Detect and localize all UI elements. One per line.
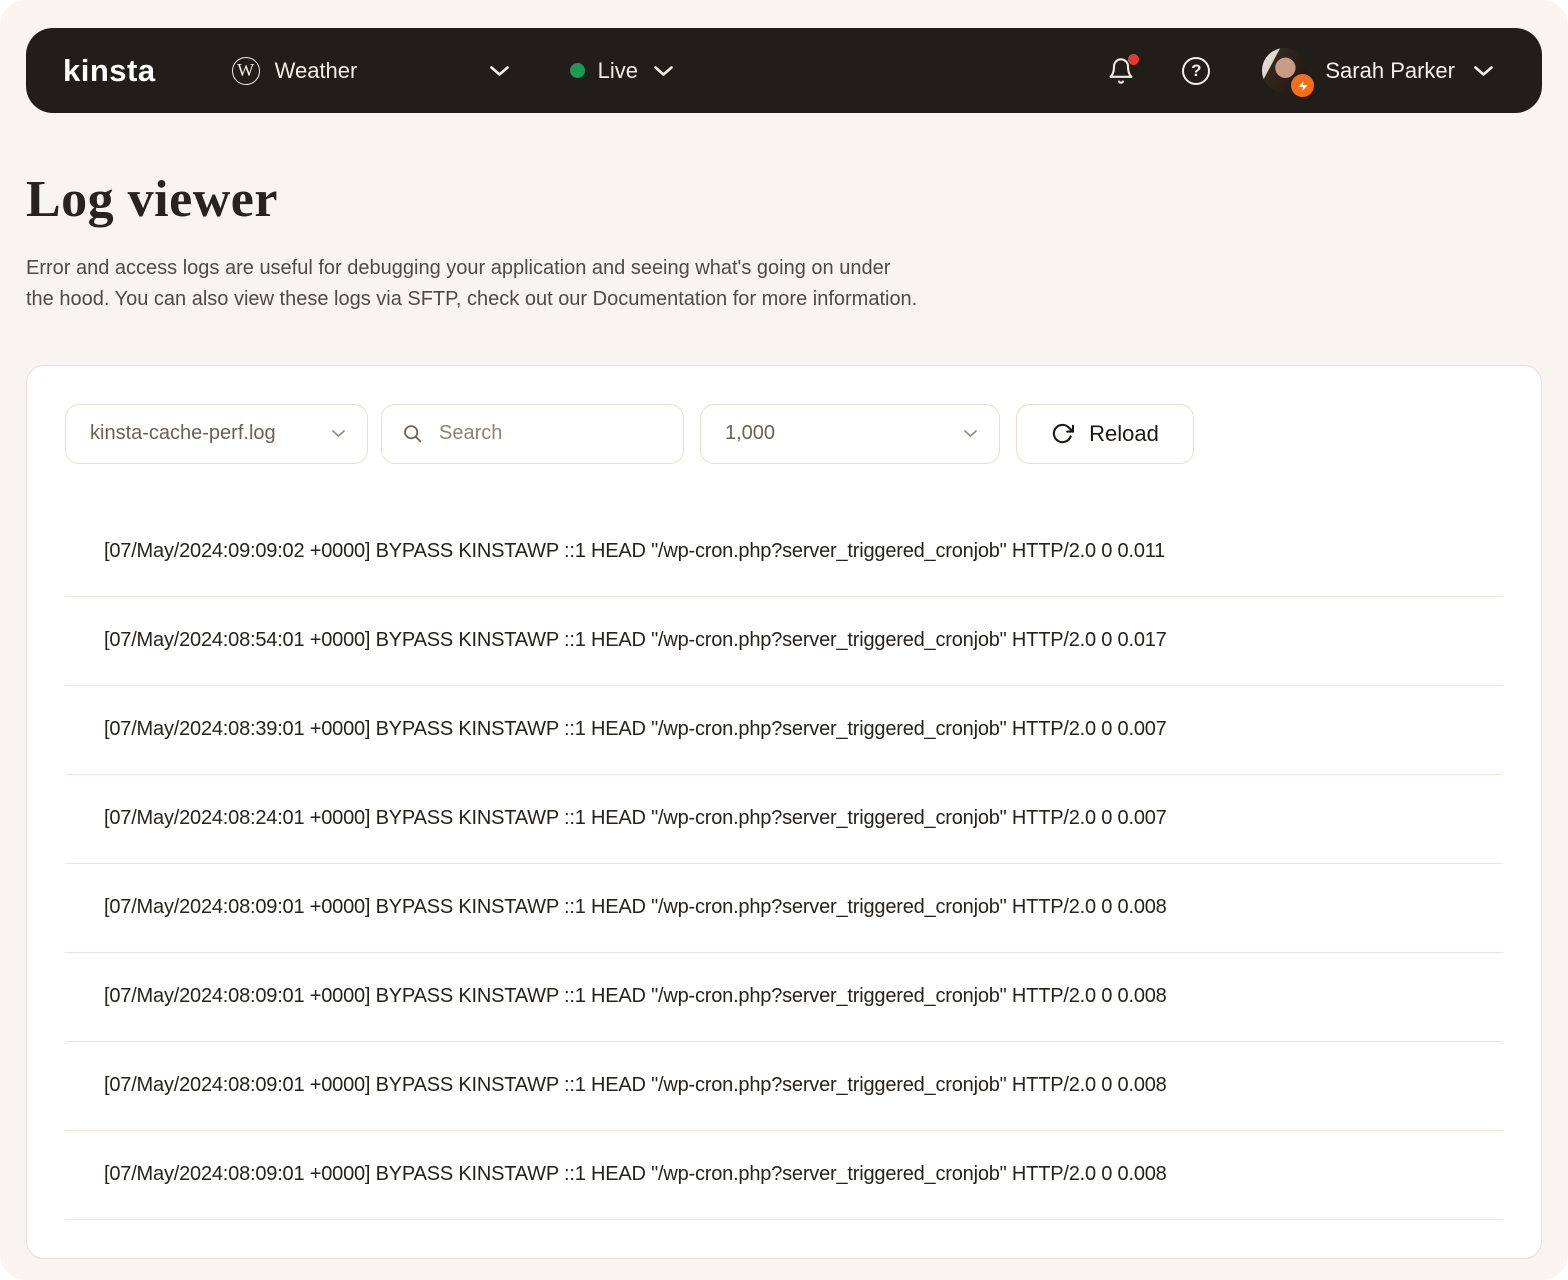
description-line: Error and access logs are useful for deb… [26,253,1542,284]
page-title: Log viewer [26,173,1542,228]
chevron-down-icon [653,65,674,77]
chevron-down-icon [331,429,346,438]
log-row: [07/May/2024:09:09:02 +0000] BYPASS KINS… [65,508,1503,597]
lightning-icon [1297,80,1309,92]
reload-button-label: Reload [1089,421,1159,447]
lightning-badge [1291,74,1314,97]
log-viewer-screen: kinsta W Weather Live ? [0,0,1568,1280]
log-row: [07/May/2024:08:09:01 +0000] BYPASS KINS… [65,953,1503,1042]
log-line-text: [07/May/2024:09:09:02 +0000] BYPASS KINS… [104,540,1165,563]
live-status-dot [570,63,585,78]
top-navbar: kinsta W Weather Live ? [26,28,1542,113]
search-icon [402,423,423,444]
main-content: Log viewer Error and access logs are use… [0,173,1568,1259]
help-button[interactable]: ? [1182,57,1210,85]
log-line-text: [07/May/2024:08:09:01 +0000] BYPASS KINS… [104,1074,1167,1097]
page-description: Error and access logs are useful for deb… [26,253,1542,315]
log-file-select[interactable]: kinsta-cache-perf.log [65,404,368,464]
site-selector-label: Weather [275,58,358,84]
log-row: [07/May/2024:08:09:01 +0000] BYPASS KINS… [65,1042,1503,1131]
chevron-down-icon [489,65,510,77]
notifications-button[interactable] [1107,57,1135,85]
reload-button[interactable]: Reload [1016,404,1194,464]
log-line-text: [07/May/2024:08:09:01 +0000] BYPASS KINS… [104,985,1167,1008]
chevron-down-icon[interactable] [1473,65,1494,77]
log-row: [07/May/2024:08:09:01 +0000] BYPASS KINS… [65,1131,1503,1220]
log-line-text: [07/May/2024:08:39:01 +0000] BYPASS KINS… [104,718,1167,741]
environment-label: Live [598,58,638,84]
question-mark-icon: ? [1191,61,1201,81]
log-row: [07/May/2024:08:54:01 +0000] BYPASS KINS… [65,597,1503,686]
site-selector[interactable]: W Weather [232,57,510,85]
log-file-select-value: kinsta-cache-perf.log [90,422,276,445]
chevron-down-icon [963,429,978,438]
log-row: [07/May/2024:08:24:01 +0000] BYPASS KINS… [65,775,1503,864]
log-viewer-card: kinsta-cache-perf.log 1,000 Reload [26,365,1542,1259]
description-line: the hood. You can also view these logs v… [26,284,1542,315]
user-menu[interactable] [1262,48,1307,93]
log-row: [07/May/2024:08:39:01 +0000] BYPASS KINS… [65,686,1503,775]
log-line-text: [07/May/2024:08:54:01 +0000] BYPASS KINS… [104,629,1167,652]
line-count-select-value: 1,000 [725,422,775,445]
kinsta-logo[interactable]: kinsta [63,53,156,89]
line-count-select[interactable]: 1,000 [700,404,1000,464]
log-row: [07/May/2024:08:09:01 +0000] BYPASS KINS… [65,864,1503,953]
log-line-text: [07/May/2024:08:09:01 +0000] BYPASS KINS… [104,896,1167,919]
log-controls: kinsta-cache-perf.log 1,000 Reload [65,404,1503,464]
log-line-text: [07/May/2024:08:24:01 +0000] BYPASS KINS… [104,807,1167,830]
notification-dot [1128,54,1139,65]
environment-selector[interactable]: Live [570,58,674,84]
log-list: [07/May/2024:09:09:02 +0000] BYPASS KINS… [65,508,1503,1220]
navbar-right-group: ? Sarah Parker [1107,48,1494,93]
log-line-text: [07/May/2024:08:09:01 +0000] BYPASS KINS… [104,1163,1167,1186]
user-name[interactable]: Sarah Parker [1325,58,1455,84]
search-input[interactable] [437,421,663,446]
reload-icon [1051,422,1074,445]
wordpress-icon: W [232,57,260,85]
search-box [381,404,684,464]
